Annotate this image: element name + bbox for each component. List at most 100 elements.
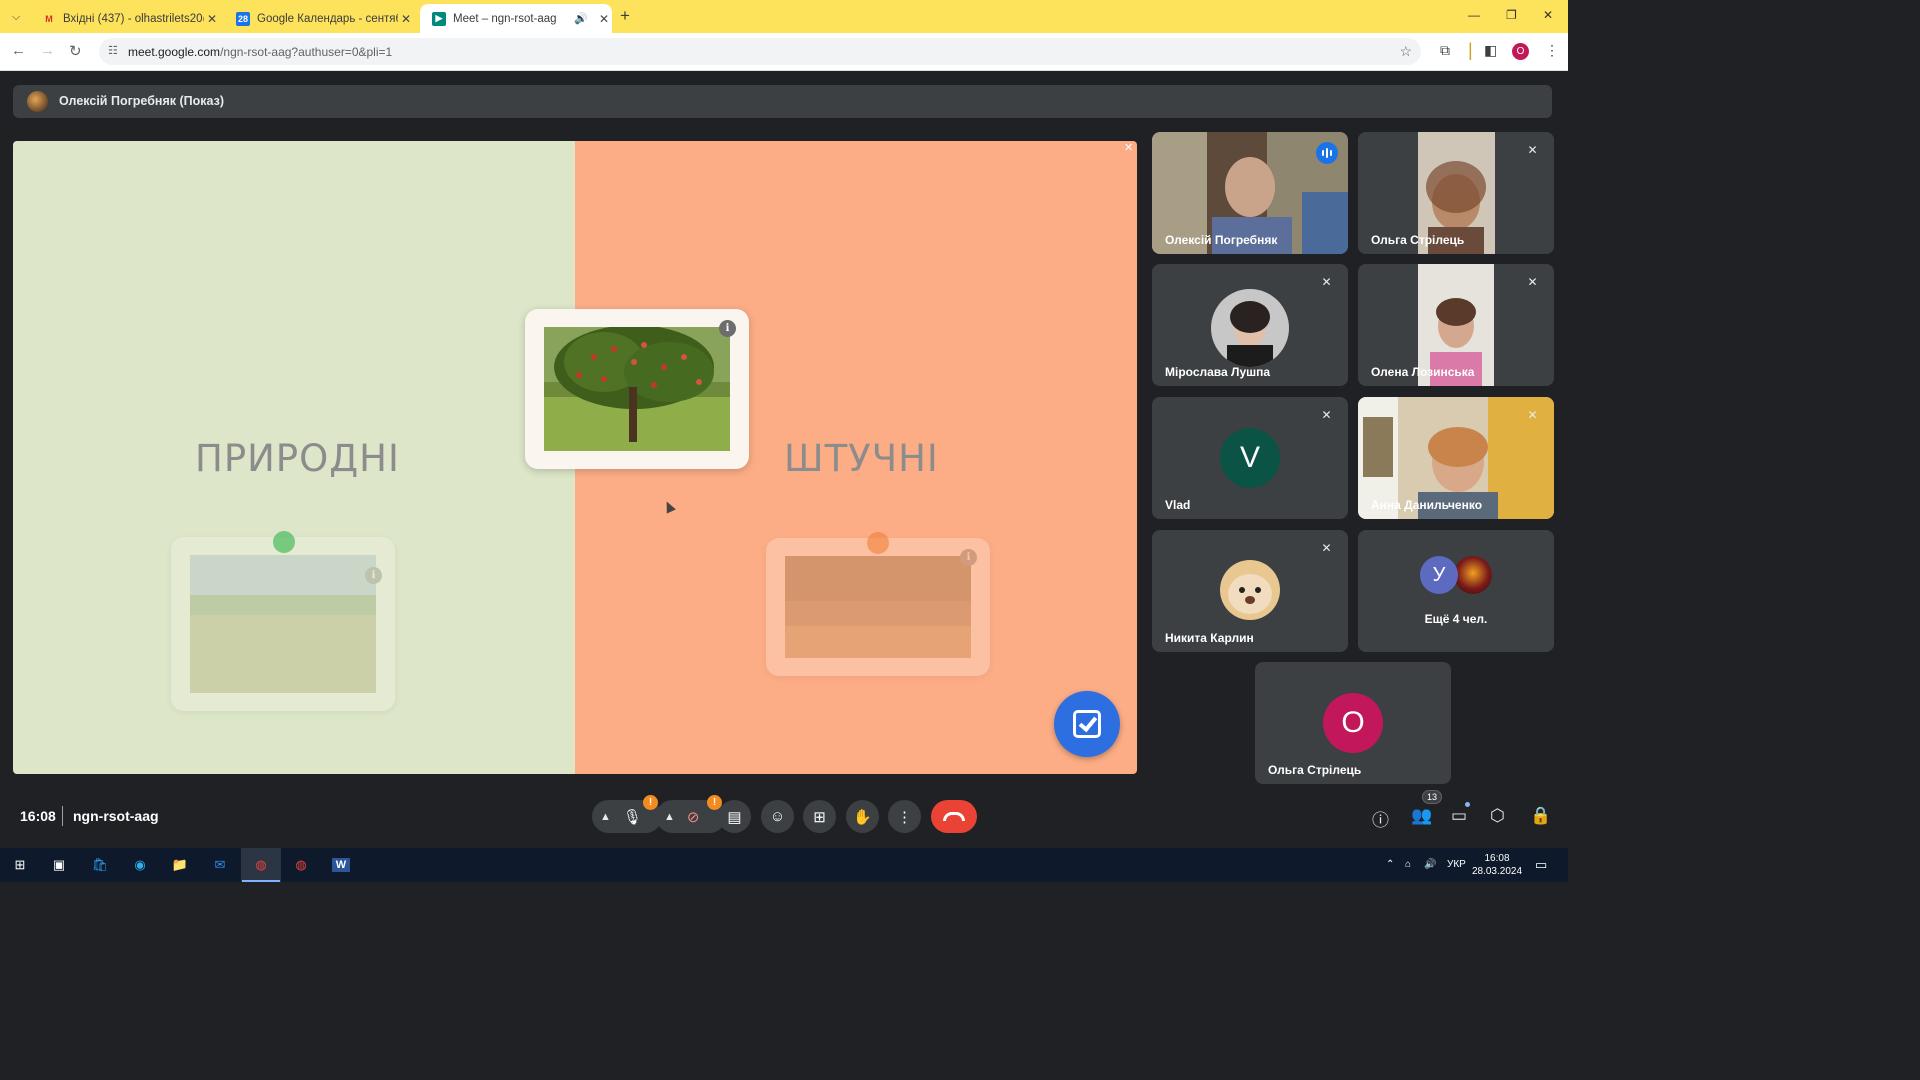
- url-host: meet.google.com: [128, 45, 221, 59]
- participant-tile[interactable]: Олексій Погребняк: [1152, 132, 1348, 254]
- hand-icon: ✋: [853, 808, 872, 826]
- tab-gmail[interactable]: M Вхідні (437) - olhastrilets20@gm ✕: [30, 4, 220, 33]
- profile-avatar[interactable]: O: [1512, 43, 1529, 60]
- bookmark-star-icon[interactable]: ☆: [1399, 43, 1412, 60]
- chrome-icon[interactable]: ◍: [241, 848, 281, 882]
- new-tab-button[interactable]: +: [620, 6, 630, 26]
- activities-icon[interactable]: ⬡: [1490, 806, 1505, 826]
- info-icon[interactable]: i: [719, 320, 736, 337]
- participant-name: Олексій Погребняк: [1165, 233, 1278, 247]
- mic-off-icon: ✕: [1321, 275, 1332, 289]
- task-view-icon[interactable]: ▣: [48, 854, 70, 876]
- slide-label-natural: ПРИРОДНІ: [195, 437, 400, 480]
- notifications-icon[interactable]: ▭: [1535, 857, 1547, 873]
- extensions-icon[interactable]: ⧉: [1440, 42, 1450, 59]
- participant-tile[interactable]: V ✕ Vlad: [1152, 397, 1348, 519]
- info-icon[interactable]: i: [365, 567, 382, 584]
- host-controls-lock-icon[interactable]: 🔒: [1530, 806, 1551, 826]
- chevron-up-icon[interactable]: ▲: [600, 811, 611, 823]
- present-button[interactable]: ⊞: [803, 800, 836, 833]
- raise-hand-button[interactable]: ✋: [846, 800, 879, 833]
- tab-search-chevron-icon[interactable]: ⌵: [6, 7, 26, 27]
- meeting-code: ngn-rsot-aag: [73, 808, 159, 824]
- tab-meet[interactable]: ▶ Meet – ngn-rsot-aag 🔊 ✕: [420, 4, 612, 33]
- reload-icon[interactable]: ↻: [69, 42, 82, 60]
- people-icon[interactable]: 👥: [1411, 806, 1432, 826]
- landscape-card[interactable]: i: [766, 538, 990, 676]
- participant-tile[interactable]: ✕ Ольга Стрілець: [1358, 132, 1554, 254]
- self-tile[interactable]: O Ольга Стрілець: [1255, 662, 1451, 784]
- close-window-icon[interactable]: ✕: [1543, 8, 1553, 22]
- camera-button[interactable]: ▲ ⊘ !: [656, 795, 726, 833]
- participant-letter-avatar: У: [1420, 556, 1458, 594]
- site-info-icon[interactable]: ☷: [108, 44, 118, 57]
- presenter-bar: Олексій Погребняк (Показ): [13, 85, 1552, 118]
- meeting-info-icon[interactable]: ⓘ: [1372, 806, 1389, 831]
- emoji-icon: ☺: [769, 808, 786, 825]
- chrome-profile-icon[interactable]: ◍: [290, 854, 312, 876]
- forward-icon[interactable]: →: [40, 42, 55, 59]
- more-options-button[interactable]: ⋮: [888, 800, 921, 833]
- info-icon[interactable]: i: [960, 549, 977, 566]
- tab-strip: ⌵ M Вхідні (437) - olhastrilets20@gm ✕ 2…: [0, 0, 1568, 33]
- toolbar-divider: |: [1468, 40, 1473, 60]
- side-panel-icon[interactable]: ◧: [1484, 42, 1497, 59]
- participant-tile[interactable]: ✕ Олена Лозинська: [1358, 264, 1554, 386]
- participant-name: Vlad: [1165, 498, 1191, 512]
- mail-icon[interactable]: ✉: [209, 854, 231, 876]
- language-indicator[interactable]: УКР: [1447, 859, 1466, 870]
- unpin-icon[interactable]: ✕: [1124, 141, 1133, 154]
- word-icon[interactable]: W: [330, 854, 352, 876]
- participant-letter-avatar: O: [1323, 693, 1383, 753]
- participant-letter-avatar: V: [1220, 428, 1280, 488]
- others-tile[interactable]: У Ещё 4 чел.: [1358, 530, 1554, 652]
- participant-tile[interactable]: ✕ Мірослава Лушпа: [1152, 264, 1348, 386]
- participant-photo-avatar: [1211, 289, 1289, 367]
- close-tab-icon[interactable]: ✕: [204, 12, 220, 26]
- captions-button[interactable]: ▤: [718, 800, 751, 833]
- file-explorer-icon[interactable]: 📁: [169, 854, 191, 876]
- tab-title: Google Календарь - сентябрь: [257, 12, 398, 25]
- mic-off-icon: ✕: [1527, 275, 1538, 289]
- mic-off-icon: ✕: [1527, 143, 1538, 157]
- store-icon[interactable]: 🛍: [89, 854, 111, 876]
- chevron-up-icon[interactable]: ▲: [664, 811, 675, 823]
- participant-tile[interactable]: ✕ Анна Данильченко: [1358, 397, 1554, 519]
- edge-icon[interactable]: ◉: [129, 854, 151, 876]
- chrome-menu-icon[interactable]: ⋮: [1545, 42, 1559, 59]
- reactions-button[interactable]: ☺: [761, 800, 794, 833]
- meet-icon: ▶: [432, 11, 446, 26]
- participant-tile[interactable]: ✕ Никита Карлин: [1152, 530, 1348, 652]
- leave-call-button[interactable]: [931, 800, 977, 833]
- close-tab-icon[interactable]: ✕: [596, 12, 612, 26]
- network-icon[interactable]: ⌂: [1405, 859, 1411, 870]
- field-photo: [190, 555, 376, 693]
- speaker-icon[interactable]: 🔊: [574, 12, 588, 25]
- windows-start-icon[interactable]: ⊞: [9, 854, 31, 876]
- check-answer-button[interactable]: [1054, 691, 1120, 757]
- restore-icon[interactable]: ❐: [1506, 8, 1517, 22]
- minimize-icon[interactable]: —: [1468, 8, 1480, 22]
- avatar-initial: V: [1239, 441, 1260, 474]
- captions-icon: ▤: [727, 808, 742, 826]
- avatar-initial: O: [1341, 706, 1365, 739]
- windows-taskbar: ⊞ ▣ 🛍 ◉ 📁 ✉ ◍ ◍ W ⌃ ⌂ 🔊 УКР ▭: [0, 848, 1568, 882]
- divider: [62, 806, 63, 826]
- back-icon[interactable]: ←: [11, 42, 26, 59]
- more-participants-label: Ещё 4 чел.: [1424, 612, 1488, 626]
- chat-icon[interactable]: ▭: [1451, 806, 1467, 826]
- url-path: /ngn-rsot-aag?authuser=0&pli=1: [220, 45, 393, 59]
- close-tab-icon[interactable]: ✕: [398, 12, 414, 26]
- tab-title: Meet – ngn-rsot-aag: [453, 12, 557, 25]
- apple-tree-card[interactable]: i: [525, 309, 749, 469]
- shared-screen: ПРИРОДНІ ШТУЧНІ i i i ✕: [13, 141, 1137, 774]
- taskbar-clock[interactable]: 16:08 28.03.2024: [1468, 852, 1526, 878]
- volume-icon[interactable]: 🔊: [1424, 859, 1436, 870]
- apple-tree-photo: [544, 327, 730, 451]
- tray-chevron-icon[interactable]: ⌃: [1386, 859, 1394, 870]
- avatar-initial: У: [1432, 563, 1446, 586]
- address-bar[interactable]: ☷ meet.google.com/ngn-rsot-aag?authuser=…: [99, 38, 1421, 65]
- microphone-button[interactable]: ▲ 🎙 !: [592, 795, 662, 833]
- tab-calendar[interactable]: 28 Google Календарь - сентябрь ✕: [224, 4, 414, 33]
- field-card[interactable]: i: [171, 537, 395, 711]
